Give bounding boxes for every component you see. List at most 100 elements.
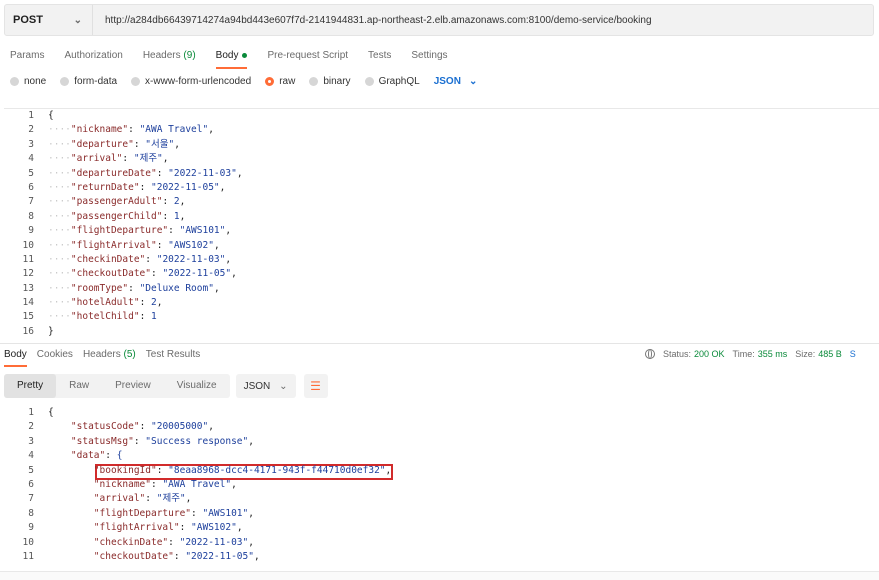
json-comma: ,: [208, 421, 214, 433]
tab-tests[interactable]: Tests: [358, 44, 401, 69]
code-text: ····"flightArrival": "AWS102",: [48, 239, 220, 253]
tab-settings[interactable]: Settings: [401, 44, 457, 69]
json-colon: :: [168, 225, 180, 237]
chevron-down-icon: ⌄: [468, 76, 478, 87]
code-text: ····"checkoutDate": "2022-11-05",: [48, 267, 237, 281]
json-value: "8eaa8968-dcc4-4171-943f-f44710d0ef32": [168, 464, 386, 476]
code-text: {: [48, 406, 54, 420]
tab-label: Pre-request Script: [267, 50, 349, 61]
body-mode-raw[interactable]: raw: [265, 76, 295, 87]
json-comma: ,: [219, 181, 226, 193]
json-value: "Deluxe Room": [139, 282, 214, 294]
headers-count: (9): [183, 50, 196, 61]
url-input[interactable]: http://a284db66439714274a94bd443e607f7d-…: [93, 15, 652, 26]
view-visualize[interactable]: Visualize: [164, 374, 230, 398]
radio-icon: [60, 77, 70, 86]
request-body-editor[interactable]: 1{2 ····"nickname": "AWA Travel", 3 ····"de…: [4, 108, 879, 339]
json-key: arrival: [76, 153, 117, 165]
json-colon: :: [128, 124, 140, 136]
tab-authorization[interactable]: Authorization: [54, 44, 132, 69]
body-format-label: JSON: [433, 76, 461, 87]
tab-label: Tests: [368, 50, 392, 61]
line-number: 15: [22, 311, 34, 323]
body-mode-form-data[interactable]: form-data: [60, 76, 117, 87]
line-number: 1: [28, 407, 34, 418]
body-format-select[interactable]: JSON ⌄: [434, 76, 478, 87]
tab-test-results[interactable]: Test Results: [142, 344, 206, 367]
json-colon: :: [139, 311, 152, 323]
code-text: ····"roomType": "Deluxe Room",: [48, 282, 220, 296]
json-comma: ,: [208, 124, 214, 136]
code-line: 14 ····"hotelAdult": 2,: [4, 296, 879, 310]
json-value: "20005000": [151, 421, 209, 433]
json-key: data: [76, 450, 100, 462]
code-text: {: [48, 109, 54, 123]
size-label: Size:: [795, 349, 816, 359]
json-key: statusCode: [76, 421, 134, 433]
json-value: "AWS101": [179, 225, 226, 237]
size-value[interactable]: 485 B: [818, 349, 842, 359]
json-key: arrival: [99, 493, 140, 505]
response-stats: Status: 200 OK Time: 355 ms Size: 485 B S: [645, 349, 856, 359]
method-select[interactable]: POST ⌄: [5, 5, 93, 35]
tab-response-headers[interactable]: Headers (5): [79, 344, 142, 367]
json-key: checkoutDate: [99, 550, 169, 562]
body-mode-none[interactable]: none: [10, 76, 46, 87]
wrap-lines-icon[interactable]: ☰: [303, 374, 328, 398]
tab-response-cookies[interactable]: Cookies: [33, 344, 79, 367]
code-line: 2 ····"nickname": "AWA Travel",: [4, 123, 879, 137]
json-comma: ,: [225, 253, 232, 265]
time-label: Time:: [732, 349, 755, 359]
code-line: 1{: [4, 406, 879, 420]
json-colon: :: [162, 210, 174, 222]
json-comma: ,: [162, 153, 169, 165]
radio-label: form-data: [74, 76, 118, 87]
view-raw[interactable]: Raw: [56, 374, 102, 398]
tab-body[interactable]: Body: [206, 44, 258, 69]
save-response-button[interactable]: S: [850, 349, 856, 359]
code-text: ····"checkinDate": "2022-11-03",: [48, 253, 231, 267]
tab-response-body[interactable]: Body: [0, 344, 33, 367]
line-number: 12: [22, 268, 34, 280]
code-text: "checkoutDate": "2022-11-05",: [48, 550, 260, 564]
response-format-select[interactable]: JSON ⌄: [235, 374, 296, 398]
json-colon: :: [156, 239, 169, 251]
body-mode-graphql[interactable]: GraphQL: [364, 76, 420, 87]
response-body-viewer[interactable]: 1{2 "statusCode": "20005000", 3 "statusMs…: [4, 406, 879, 568]
code-line: 3 "statusMsg": "Success response",: [4, 435, 879, 449]
radio-icon: [131, 77, 141, 86]
body-mode-binary[interactable]: binary: [309, 76, 351, 87]
code-text: ····"nickname": "AWA Travel",: [48, 123, 214, 137]
code-line: 4 "data": {: [4, 449, 879, 463]
json-colon: :: [162, 196, 174, 208]
json-value: "2022-11-03": [156, 253, 226, 265]
tab-headers[interactable]: Headers (9): [133, 44, 206, 69]
json-colon: :: [173, 550, 186, 562]
view-pretty[interactable]: Pretty: [4, 374, 57, 398]
tab-pre-request-script[interactable]: Pre-request Script: [257, 44, 358, 69]
view-preview[interactable]: Preview: [102, 374, 164, 398]
code-text: ····"passengerAdult": 2,: [48, 195, 185, 209]
line-number: 6: [28, 478, 34, 490]
line-number: 13: [22, 282, 34, 294]
line-number: 10: [22, 536, 34, 548]
line-number: 14: [22, 297, 34, 309]
json-value: "서울": [145, 138, 175, 150]
json-key: nickname: [76, 124, 123, 136]
json-value: "2022-11-05": [151, 181, 220, 193]
indent-guide: ····: [48, 124, 71, 136]
indent-guide: ····: [48, 297, 71, 309]
json-comma: ,: [225, 225, 232, 237]
radio-icon: [364, 77, 374, 86]
radio-label: none: [24, 76, 47, 87]
json-comma: ,: [185, 493, 192, 505]
status-value[interactable]: 200 OK: [694, 349, 725, 359]
time-value[interactable]: 355 ms: [758, 349, 788, 359]
body-mode-urlencoded[interactable]: x-www-form-urlencoded: [131, 76, 251, 87]
globe-icon[interactable]: [645, 349, 655, 359]
code-line: 9 ····"flightDeparture": "AWS101",: [4, 224, 879, 238]
tab-params[interactable]: Params: [0, 44, 54, 69]
